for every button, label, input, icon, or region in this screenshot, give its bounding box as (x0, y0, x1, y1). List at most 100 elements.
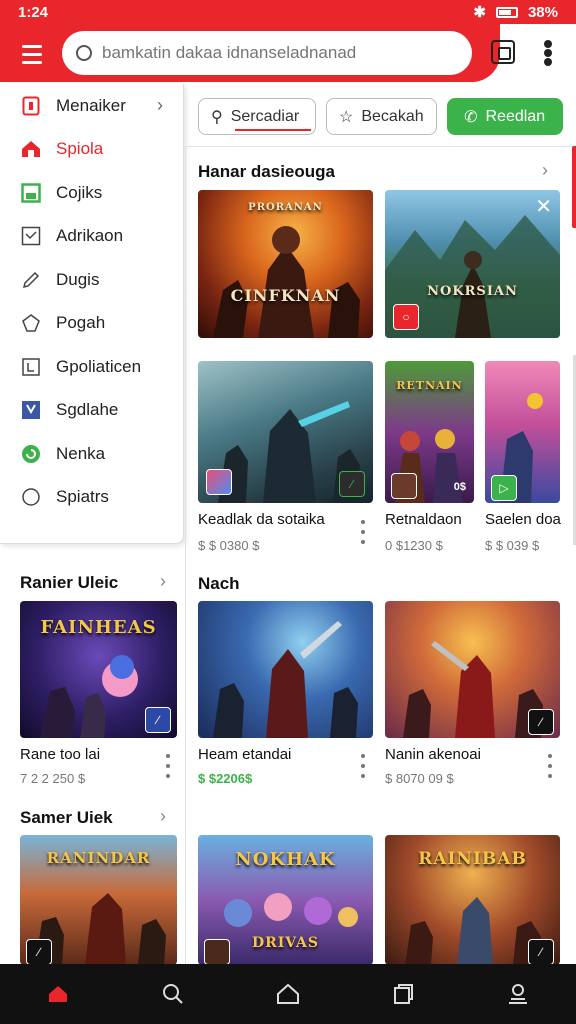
profile-icon (509, 984, 528, 1004)
home-icon (20, 138, 42, 160)
more-options-icon[interactable] (360, 520, 366, 544)
pen-icon (20, 269, 42, 291)
side-drawer: Menaiker › Spiola Cojiks Adrikaon Dugis … (0, 84, 184, 544)
search-filter-chip[interactable]: ⚲ Sercadiar (198, 98, 316, 135)
phone-icon: ✆ (464, 108, 478, 126)
primary-action-chip[interactable]: ✆ Reedlan (446, 98, 563, 135)
game-thumbnail[interactable]: RETNAIN 0$ (385, 361, 474, 503)
chip-label: Becakah (361, 107, 424, 125)
drawer-item-2[interactable]: Cojiks (0, 171, 183, 215)
app-bar (0, 24, 576, 84)
divider (186, 146, 576, 147)
app-root: 1:24 ✱ 38% Menaiker › Spiola Cojiks (0, 0, 576, 1024)
more-options-icon[interactable] (547, 754, 553, 778)
app-badge-icon: ▷ (491, 475, 517, 501)
game-price: $ $2206$ (198, 771, 253, 786)
game-thumbnail[interactable]: ∕ (198, 361, 373, 503)
circle-icon (20, 486, 42, 508)
game-thumbnail[interactable]: RANINDAR ∕ (20, 835, 177, 965)
section-title: Ranier Uleic (20, 573, 119, 592)
nav-profile-button[interactable] (498, 974, 538, 1014)
game-price: $ 8070 09 $ (385, 771, 454, 786)
game-thumbnail[interactable]: NOKHAK DRIVAS (198, 835, 373, 965)
drawer-label: Pogah (56, 313, 106, 333)
drawer-item-4[interactable]: Dugis (0, 258, 183, 302)
battery-level: 38% (527, 3, 558, 21)
nav-home-button[interactable] (38, 974, 78, 1014)
game-art-title: RANINDAR (46, 849, 151, 867)
menu-button[interactable] (14, 38, 50, 70)
game-thumbnail[interactable]: NOKRSIAN ○ ✕ (385, 190, 560, 338)
game-thumbnail[interactable]: FAINHEAS ∕ (20, 601, 177, 738)
game-price: $ $ 0380 $ (198, 538, 260, 553)
play-store-icon: ∕ (339, 471, 365, 497)
drawer-item-1[interactable]: Spiola (0, 128, 183, 172)
game-price: 7 2 2 250 $ (20, 771, 86, 786)
tag-icon (20, 312, 42, 334)
tablet-icon (20, 95, 42, 117)
drawer-item-5[interactable]: Pogah (0, 302, 183, 346)
drawer-item-9[interactable]: Spiatrs (0, 476, 183, 520)
game-art-title: NOKRSIAN (427, 284, 518, 299)
nav-apps-button[interactable] (383, 974, 423, 1014)
status-time: 1:24 (18, 3, 49, 21)
game-thumbnail[interactable]: ∕ (385, 601, 560, 738)
secondary-filter-chip[interactable]: ☆ Becakah (326, 98, 437, 135)
overflow-menu-icon[interactable] (540, 40, 556, 66)
window-icon (20, 182, 42, 204)
scroll-indicator (572, 146, 576, 228)
game-title[interactable]: Retnaldaon (385, 511, 462, 528)
drawer-item-0[interactable]: Menaiker › (0, 84, 183, 128)
drawer-label: Spiatrs (56, 487, 109, 507)
game-price: 0 $1230 $ (385, 538, 443, 553)
app-badge-icon: ○ (393, 304, 419, 330)
drawer-label: Gpoliaticen (56, 356, 142, 376)
refresh-icon (20, 443, 42, 465)
drawer-label: Cojiks (56, 182, 103, 202)
drawer-label: Adrikaon (56, 226, 124, 246)
house-outline-icon (276, 983, 299, 1004)
chip-label: Sercadiar (230, 107, 300, 125)
divider (185, 146, 186, 966)
game-art-title: CINFKNAN (230, 286, 341, 305)
game-title[interactable]: Keadlak da sotaika (198, 511, 325, 528)
drawer-label: Spiola (56, 139, 104, 159)
game-art-title: RETNAIN (396, 379, 463, 392)
game-thumbnail[interactable]: RAINIBAB ∕ (385, 835, 560, 965)
drawer-item-8[interactable]: Nenka (0, 432, 183, 476)
chevron-right-icon: › (157, 95, 163, 116)
game-art-title: FAINHEAS (40, 617, 157, 638)
more-options-icon[interactable] (165, 754, 171, 778)
game-thumbnail[interactable] (198, 601, 373, 738)
tabs-icon[interactable] (491, 40, 515, 64)
app-badge-icon: ∕ (26, 939, 52, 965)
drawer-item-3[interactable]: Adrikaon (0, 215, 183, 259)
status-icons: ✱ 38% (473, 3, 558, 22)
game-title[interactable]: Nanin akenoai (385, 746, 481, 763)
drawer-label: Menaiker (56, 95, 126, 115)
drawer-item-6[interactable]: Gpoliaticen (0, 345, 183, 389)
nav-library-button[interactable] (268, 974, 308, 1014)
chevron-right-icon[interactable]: › (160, 571, 166, 592)
chevron-right-icon[interactable]: › (542, 160, 548, 181)
nav-search-button[interactable] (153, 974, 193, 1014)
age-rating-icon: 0$ (453, 481, 466, 493)
search-icon (76, 45, 92, 61)
filter-bar: ⚲ Sercadiar ☆ Becakah ✆ Reedlan (198, 98, 563, 136)
game-art-title: NOKHAK (235, 849, 336, 870)
game-thumbnail[interactable]: ▷ (485, 361, 560, 503)
home-icon (48, 986, 67, 1002)
search-input[interactable] (102, 43, 442, 63)
status-bar: 1:24 ✱ 38% (0, 0, 576, 24)
search-box[interactable] (62, 31, 472, 75)
battery-icon (495, 6, 518, 18)
game-title[interactable]: Heam etandai (198, 746, 291, 763)
drawer-item-7[interactable]: Sgdlahe (0, 389, 183, 433)
game-thumbnail[interactable]: PRORANAN CINFKNAN (198, 190, 373, 338)
search-icon (162, 984, 183, 1004)
chevron-right-icon[interactable]: › (160, 806, 166, 827)
game-title[interactable]: Rane too lai (20, 746, 100, 763)
more-options-icon[interactable] (360, 754, 366, 778)
game-title[interactable]: Saelen doa (485, 511, 561, 528)
close-icon[interactable]: ✕ (535, 194, 552, 219)
